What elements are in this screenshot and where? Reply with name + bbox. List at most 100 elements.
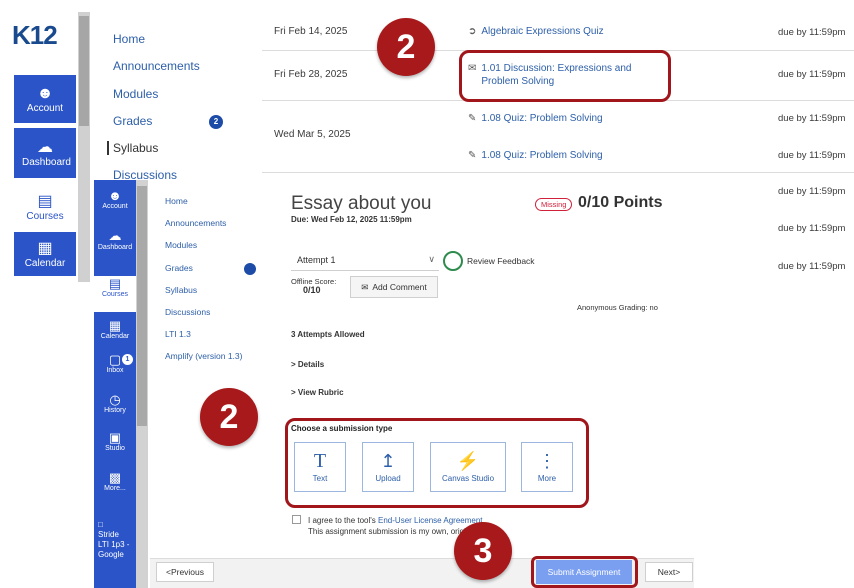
schedule-due: due by 11:59pm — [778, 261, 846, 272]
attempt-value: Attempt 1 — [297, 255, 336, 265]
dashboard-gauge-icon: ☁ — [108, 228, 122, 243]
nav-label: Inbox — [106, 367, 124, 374]
nav-account[interactable]: ☻ Account — [14, 75, 76, 123]
link-text: 1.08 Quiz: Problem Solving — [481, 113, 603, 124]
studio-icon: ▣ — [108, 430, 122, 445]
view-rubric-toggle[interactable]: > View Rubric — [291, 388, 344, 397]
schedule-date: Fri Feb 14, 2025 — [274, 26, 348, 37]
details-toggle[interactable]: > Details — [291, 360, 324, 369]
fcourse-modules[interactable]: Modules — [165, 240, 197, 250]
previous-label: Previous — [170, 567, 205, 577]
nav-label: Courses — [26, 210, 64, 222]
more-grid-icon: ▩ — [108, 470, 122, 485]
schedule-due: due by 11:59pm — [778, 186, 846, 197]
row-divider — [262, 172, 854, 173]
schedule-link-algebraic-quiz[interactable]: ➲ Algebraic Expressions Quiz — [468, 26, 604, 37]
course-nav-grades[interactable]: Grades — [113, 114, 152, 128]
callout-step-2-top: 2 — [377, 18, 435, 76]
review-feedback-label[interactable]: Review Feedback — [467, 256, 535, 266]
nav-label: Calendar — [100, 333, 130, 340]
nav-courses[interactable]: ▤ Courses — [14, 185, 76, 229]
toggle-label: View Rubric — [297, 388, 344, 397]
image-icon: □ — [98, 520, 103, 529]
fnav-account[interactable]: ☻ Account — [94, 188, 136, 210]
nav-label: More... — [104, 485, 126, 492]
comment-icon: ✉ — [361, 281, 369, 292]
fcourse-syllabus[interactable]: Syllabus — [165, 285, 197, 295]
scroll-thumb[interactable] — [79, 16, 89, 126]
fcourse-lti[interactable]: LTI 1.3 — [165, 329, 191, 339]
user-circle-icon: ☻ — [36, 84, 54, 102]
attempt-select[interactable]: Attempt 1 ∨ — [291, 250, 439, 271]
book-icon: ▤ — [37, 192, 53, 210]
next-label: Next — [657, 567, 676, 577]
fcourse-announcements[interactable]: Announcements — [165, 218, 226, 228]
offline-score: Offline Score: 0/10 — [291, 277, 336, 295]
nav-label: Stride LTI 1p3 - Google — [98, 530, 130, 559]
rocket-quiz-icon: ➲ — [468, 26, 477, 37]
callout-step-2-middle: 2 — [200, 388, 258, 446]
chevron-right-icon: > — [291, 388, 296, 397]
scroll-thumb[interactable] — [137, 186, 147, 426]
eula-link[interactable]: End-User License Agreement — [378, 516, 483, 525]
clock-icon: ◷ — [109, 392, 121, 407]
highlight-discussion — [459, 50, 671, 102]
back-scrollbar[interactable] — [78, 12, 90, 282]
fcourse-amplify[interactable]: Amplify (version 1.3) — [165, 351, 242, 361]
nav-label: Account — [102, 203, 128, 210]
calendar-icon: ▦ — [37, 239, 53, 257]
course-nav-syllabus[interactable]: Syllabus — [107, 141, 158, 155]
fnav-stride-lti[interactable]: □ Stride LTI 1p3 - Google — [98, 520, 132, 560]
fnav-courses[interactable]: ▤ Courses — [94, 276, 136, 312]
status-badge: Missing — [535, 198, 573, 211]
fnav-studio[interactable]: ▣ Studio — [94, 430, 136, 452]
k12-logo[interactable]: K12 — [12, 20, 58, 51]
fnav-dashboard[interactable]: ☁ Dashboard — [94, 228, 136, 252]
previous-button[interactable]: < Previous — [156, 562, 214, 582]
quiz-icon: ✎ — [468, 113, 477, 124]
next-button[interactable]: Next > — [645, 562, 693, 582]
front-scrollbar[interactable] — [136, 180, 148, 588]
nav-label: History — [104, 407, 126, 414]
attempts-allowed: 3 Attempts Allowed — [291, 330, 365, 339]
grades-badge: 2 — [209, 115, 223, 129]
fnav-history[interactable]: ◷ History — [94, 392, 136, 414]
review-feedback-icon[interactable] — [443, 251, 463, 271]
toggle-label: Details — [297, 360, 325, 369]
assignment-due: Due: Wed Feb 12, 2025 11:59pm — [291, 215, 412, 224]
quiz-icon: ✎ — [468, 150, 477, 161]
dashboard-gauge-icon: ☁ — [37, 138, 53, 156]
schedule-date: Wed Mar 5, 2025 — [274, 129, 351, 140]
nav-label: Calendar — [24, 257, 66, 269]
course-nav-announcements[interactable]: Announcements — [113, 59, 200, 73]
assignment-points: 0/10 Points — [578, 194, 663, 211]
schedule-due: due by 11:59pm — [778, 27, 846, 38]
book-icon: ▤ — [108, 276, 122, 291]
schedule-link-quiz-2[interactable]: ✎ 1.08 Quiz: Problem Solving — [468, 150, 603, 161]
nav-calendar[interactable]: ▦ Calendar — [14, 232, 76, 276]
fnav-calendar[interactable]: ▦ Calendar — [94, 318, 136, 340]
course-nav-modules[interactable]: Modules — [113, 87, 158, 101]
fcourse-home[interactable]: Home — [165, 196, 188, 206]
eula-text-1: I agree to the tool's — [308, 516, 379, 525]
fcourse-grades[interactable]: Grades — [165, 263, 193, 273]
schedule-due: due by 11:59pm — [778, 150, 846, 161]
schedule-link-quiz-1[interactable]: ✎ 1.08 Quiz: Problem Solving — [468, 113, 603, 124]
nav-label: Studio — [105, 445, 125, 452]
nav-dashboard[interactable]: ☁ Dashboard — [14, 128, 76, 178]
link-text: 1.08 Quiz: Problem Solving — [481, 150, 603, 161]
highlight-submit — [531, 556, 638, 588]
chevron-down-icon: ∨ — [428, 254, 435, 264]
course-nav-home[interactable]: Home — [113, 32, 145, 46]
user-circle-icon: ☻ — [108, 188, 122, 203]
fnav-more[interactable]: ▩ More... — [94, 470, 136, 492]
nav-label: Courses — [101, 291, 129, 298]
chevron-right-icon: > — [675, 567, 681, 577]
nav-label: Dashboard — [22, 156, 71, 168]
highlight-submission-types — [285, 418, 589, 508]
fcourse-discussions[interactable]: Discussions — [165, 307, 210, 317]
anonymous-grading: Anonymous Grading: no — [577, 303, 658, 312]
assignment-title: Essay about you — [291, 193, 432, 214]
add-comment-button[interactable]: ✉ Add Comment — [350, 276, 438, 298]
nav-label: Account — [26, 102, 64, 114]
